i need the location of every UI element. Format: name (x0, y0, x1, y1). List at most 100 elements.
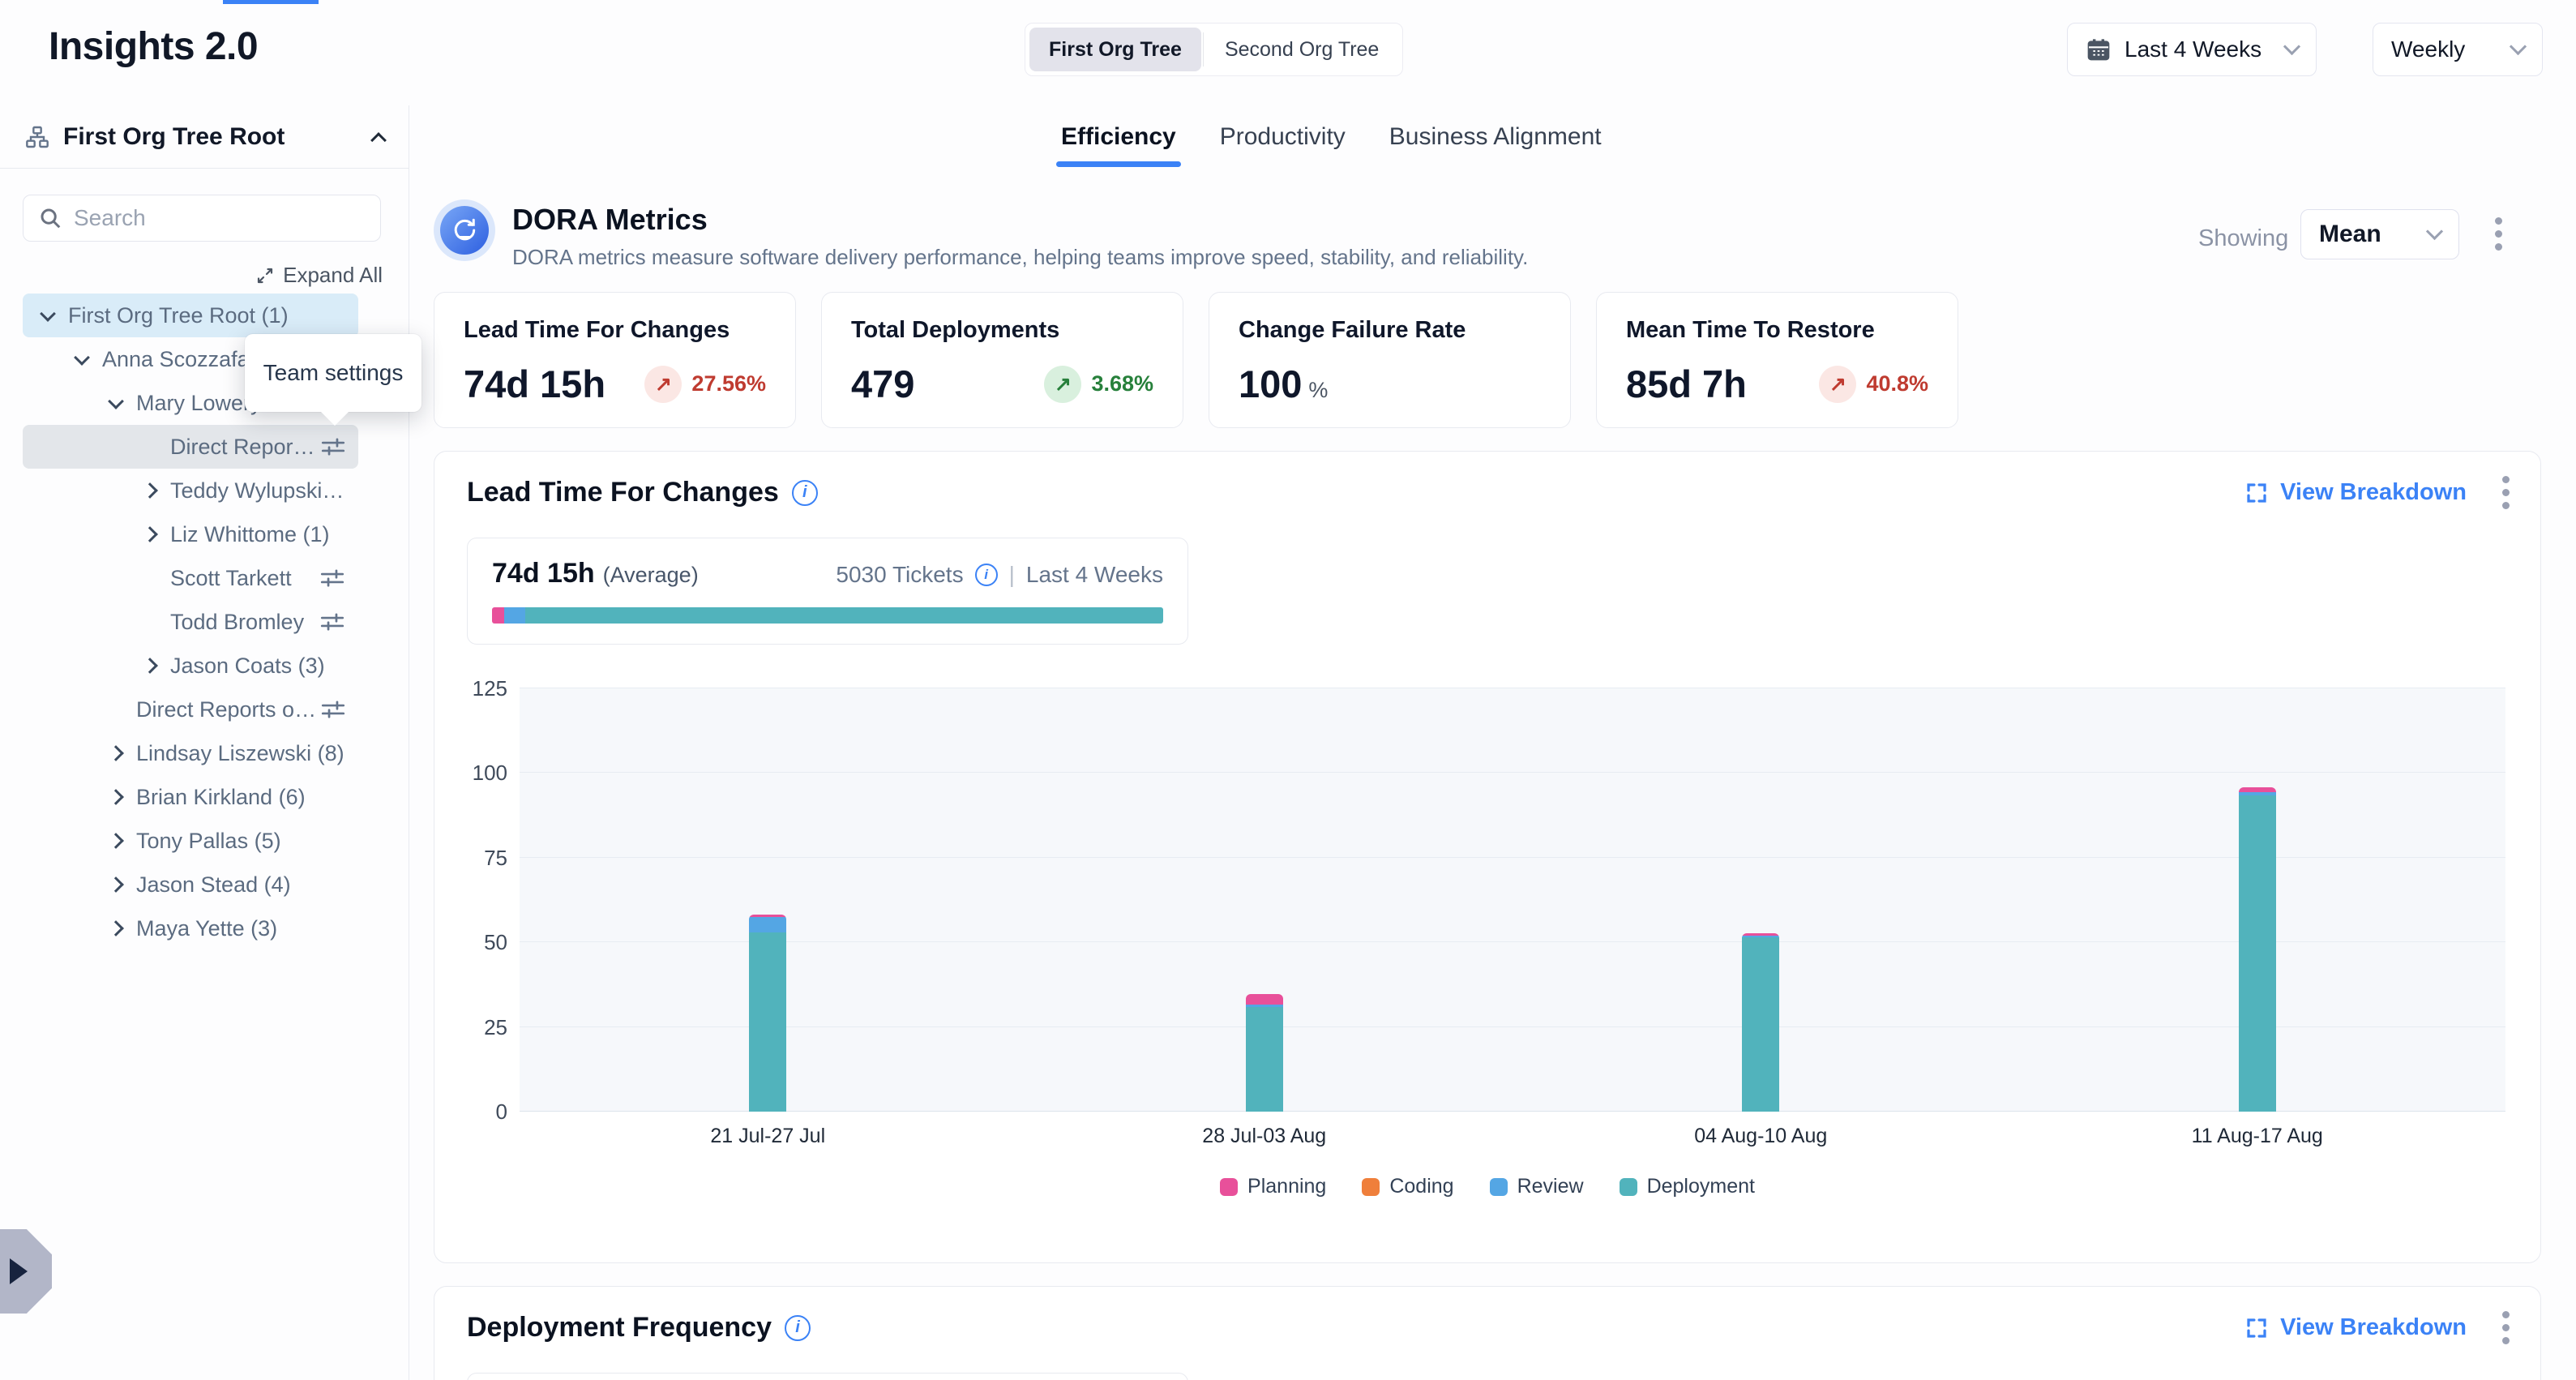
tree-item-label: Teddy Wylupski (2) (170, 478, 347, 504)
chevron-right-icon[interactable] (138, 654, 162, 678)
stacked-bar[interactable] (749, 915, 786, 1112)
tree-item[interactable]: Brian Kirkland (6) (23, 775, 358, 819)
view-breakdown-button[interactable]: View Breakdown (2244, 479, 2467, 506)
chevron-down-icon (2510, 38, 2527, 55)
chevron-right-icon[interactable] (138, 478, 162, 503)
search-icon (38, 206, 62, 230)
tree-item-label: Tony Pallas (5) (136, 829, 281, 854)
tree-item-label: Todd Bromley (170, 610, 304, 635)
expand-all-button[interactable]: Expand All (255, 263, 383, 288)
lead-time-menu-button[interactable] (2502, 476, 2510, 509)
stacked-bar[interactable] (1742, 933, 1779, 1112)
distribution-segment-planning (492, 607, 504, 624)
breakdown-expand-icon (2244, 481, 2269, 505)
collapse-chevron-icon[interactable] (370, 132, 387, 148)
gridline (520, 1026, 2505, 1027)
granularity-select[interactable]: Weekly (2373, 23, 2543, 76)
metric-delta-value: 27.56% (691, 371, 766, 396)
team-settings-icon[interactable] (318, 564, 347, 593)
tree-item-label: Direct Reports of A... (136, 697, 319, 722)
tree-item[interactable]: Tony Pallas (5) (23, 819, 358, 863)
chevron-right-icon[interactable] (138, 522, 162, 546)
org-toggle-option[interactable]: First Org Tree (1029, 28, 1201, 71)
tree-item[interactable]: Direct Reports ... (23, 425, 358, 469)
tree-item[interactable]: Direct Reports of A... (23, 688, 358, 731)
bar-segment-planning (1246, 994, 1283, 1005)
indent-spacer (104, 697, 128, 722)
view-breakdown-button[interactable]: View Breakdown (2244, 1314, 2467, 1341)
tree-item[interactable]: Jason Coats (3) (23, 644, 358, 688)
info-icon[interactable]: i (785, 1315, 811, 1341)
chart-legend: PlanningCodingReviewDeployment (434, 1175, 2540, 1198)
summary-period: Last 4 Weeks (1026, 562, 1163, 588)
dora-section-subtitle: DORA metrics measure software delivery p… (512, 245, 1528, 270)
gridline (520, 772, 2505, 773)
y-tick-label: 50 (451, 930, 507, 955)
team-settings-icon[interactable] (318, 607, 347, 636)
metric-cards-row: Lead Time For Changes74d 15h↗27.56%Total… (434, 292, 1958, 428)
metric-card: Change Failure Rate100% (1209, 292, 1571, 428)
tree-item[interactable]: Todd Bromley (23, 600, 358, 644)
legend-item-review: Review (1490, 1175, 1584, 1198)
insights-dashboard: Insights 2.0 First Org TreeSecond Org Tr… (0, 0, 2576, 1380)
info-icon[interactable]: i (792, 480, 818, 506)
tab-business-alignment[interactable]: Business Alignment (1384, 123, 1607, 167)
metric-card-title: Lead Time For Changes (464, 317, 766, 344)
tab-productivity[interactable]: Productivity (1215, 123, 1350, 167)
sidebar-header[interactable]: First Org Tree Root (0, 105, 409, 169)
showing-select[interactable]: Mean (2300, 209, 2459, 259)
top-accent-bar (223, 0, 319, 4)
sidebar-search[interactable] (23, 195, 381, 242)
gridline (520, 857, 2505, 858)
team-settings-icon[interactable] (319, 432, 347, 461)
bar-segment-deployment (2239, 795, 2276, 1112)
chevron-down-icon (2426, 223, 2443, 240)
lead-time-title: Lead Time For Changes i (467, 477, 818, 508)
metric-card-value: 85d 7h (1626, 362, 1747, 406)
phase-distribution-bar (492, 607, 1163, 624)
date-range-select[interactable]: Last 4 Weeks (2067, 23, 2317, 76)
chevron-down-icon[interactable] (104, 391, 128, 415)
tree-item[interactable]: Scott Tarkett (23, 556, 358, 600)
org-tree-toggle: First Org TreeSecond Org Tree (1025, 23, 1403, 76)
lead-time-section: Lead Time For Changes i View Breakdown 7… (434, 451, 2541, 1263)
legend-item-planning: Planning (1220, 1175, 1326, 1198)
chevron-down-icon[interactable] (70, 347, 94, 371)
org-toggle-option[interactable]: Second Org Tree (1205, 28, 1398, 71)
y-tick-label: 0 (451, 1099, 507, 1125)
metric-delta-badge: ↗3.68% (1044, 366, 1153, 403)
tickets-info-icon[interactable]: i (975, 564, 998, 586)
tree-item[interactable]: Jason Stead (4) (23, 863, 358, 906)
calendar-icon (2086, 36, 2112, 62)
tree-item[interactable]: First Org Tree Root (1) (23, 294, 358, 337)
chevron-right-icon[interactable] (104, 872, 128, 897)
chevron-right-icon[interactable] (104, 741, 128, 765)
tree-item[interactable]: Maya Yette (3) (23, 906, 358, 950)
metric-card-unit: % (1308, 378, 1328, 402)
chevron-right-icon[interactable] (104, 829, 128, 853)
tab-efficiency[interactable]: Efficiency (1056, 123, 1181, 167)
tree-item[interactable]: Lindsay Liszewski (8) (23, 731, 358, 775)
deployment-frequency-menu-button[interactable] (2502, 1311, 2510, 1344)
search-input[interactable] (74, 205, 366, 231)
sidebar-root-label: First Org Tree Root (63, 123, 285, 151)
chevron-right-icon[interactable] (104, 785, 128, 809)
tree-item-label: First Org Tree Root (1) (68, 303, 289, 328)
legend-swatch (1220, 1178, 1238, 1196)
metric-card: Lead Time For Changes74d 15h↗27.56% (434, 292, 796, 428)
chevron-right-icon[interactable] (104, 916, 128, 941)
deployment-frequency-title: Deployment Frequency i (467, 1312, 811, 1344)
team-settings-icon[interactable] (319, 695, 347, 724)
tree-item[interactable]: Teddy Wylupski (2) (23, 469, 358, 512)
x-tick-label: 28 Jul-03 Aug (1016, 1125, 1513, 1148)
chevron-down-icon[interactable] (36, 303, 60, 328)
stacked-bar[interactable] (1246, 994, 1283, 1112)
gridline (520, 1111, 2505, 1112)
dora-metrics-icon (434, 199, 495, 261)
y-tick-label: 100 (451, 761, 507, 786)
tree-item[interactable]: Liz Whittome (1) (23, 512, 358, 556)
dora-menu-button[interactable] (2495, 217, 2502, 251)
tree-item-label: Liz Whittome (1) (170, 522, 330, 547)
legend-swatch (1490, 1178, 1508, 1196)
stacked-bar[interactable] (2239, 787, 2276, 1112)
